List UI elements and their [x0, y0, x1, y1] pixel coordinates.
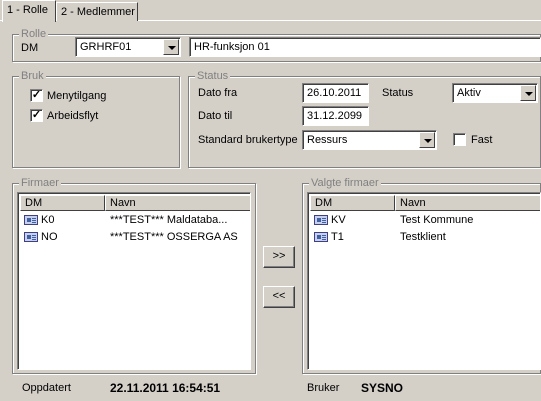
menytilgang-checkbox[interactable]: ✓	[30, 89, 43, 102]
fast-label: Fast	[471, 134, 493, 146]
firmaer-list-header: DM Navn	[20, 195, 250, 211]
tab-rolle-label: 1 - Rolle	[7, 4, 48, 16]
firmaer-row-dm: NO	[41, 231, 58, 243]
tab-strip: 1 - Rolle 2 - Medlemmer	[0, 0, 541, 22]
bruker-label: Bruker	[307, 382, 340, 394]
firmaer-group-title: Firmaer	[19, 177, 61, 189]
status-value: Aktiv	[457, 87, 481, 99]
dato-fra-label: Dato fra	[198, 87, 238, 99]
dato-til-value: 31.12.2099	[307, 110, 363, 122]
arbeidsflyt-checkbox[interactable]: ✓	[30, 109, 43, 122]
valgte-col-dm[interactable]: DM	[310, 195, 395, 211]
firmaer-col-navn[interactable]: Navn	[105, 195, 250, 211]
fast-checkbox[interactable]	[453, 133, 466, 146]
checkmark-icon: ✓	[31, 109, 42, 121]
valgte-col-navn-label: Navn	[400, 197, 426, 209]
company-card-icon	[314, 232, 328, 242]
chevron-down-icon[interactable]	[419, 132, 435, 148]
checkmark-icon: ✓	[31, 89, 42, 101]
remove-all-label: <<	[272, 290, 286, 302]
tab-medlemmer-label: 2 - Medlemmer	[61, 6, 135, 18]
chevron-down-icon[interactable]	[520, 85, 536, 101]
valgte-firmaer-list-header: DM Navn	[310, 195, 540, 211]
firmaer-col-dm-label: DM	[25, 197, 43, 209]
firmaer-row-navn: ***TEST*** OSSERGA AS	[110, 231, 238, 243]
rolle-name-value: HR-funksjon 01	[194, 41, 270, 53]
valgte-row-navn: Testklient	[400, 231, 446, 243]
valgte-row[interactable]: T1 Testklient	[310, 229, 540, 246]
bruker-value: SYSNO	[361, 381, 404, 395]
status-label: Status	[382, 87, 414, 99]
bruk-group-title: Bruk	[19, 70, 46, 82]
company-card-icon	[24, 215, 38, 225]
company-card-icon	[24, 232, 38, 242]
rolle-name-field[interactable]: HR-funksjon 01	[189, 37, 541, 57]
brukertype-label: Standard brukertype	[198, 134, 298, 146]
valgte-col-navn[interactable]: Navn	[395, 195, 540, 211]
rolle-dm-label: DM	[21, 42, 39, 54]
valgte-row[interactable]: KV Test Kommune	[310, 212, 540, 229]
tab-medlemmer[interactable]: 2 - Medlemmer	[56, 2, 138, 21]
valgte-col-dm-label: DM	[315, 197, 333, 209]
valgte-row-dm: T1	[331, 231, 344, 243]
dato-til-label: Dato til	[198, 110, 233, 122]
valgte-firmaer-list[interactable]: DM Navn KV Test Kommune T1 Testklient	[307, 192, 541, 370]
valgte-row-navn: Test Kommune	[400, 214, 474, 226]
rolle-group-title: Rolle	[19, 28, 49, 40]
add-all-button[interactable]: >>	[263, 246, 295, 268]
rolle-dm-dropdown[interactable]: GRHRF01	[75, 37, 181, 57]
chevron-down-icon[interactable]	[163, 39, 179, 55]
oppdatert-value: 22.11.2011 16:54:51	[110, 381, 221, 395]
valgte-row-dm: KV	[331, 214, 346, 226]
add-all-label: >>	[272, 250, 286, 262]
firmaer-col-dm[interactable]: DM	[20, 195, 105, 211]
dato-fra-field[interactable]: 26.10.2011	[302, 83, 369, 103]
valgte-firmaer-group-title: Valgte firmaer	[309, 177, 381, 189]
firmaer-row[interactable]: NO ***TEST*** OSSERGA AS	[20, 229, 250, 246]
arbeidsflyt-label: Arbeidsflyt	[47, 110, 99, 122]
rolle-dm-value: GRHRF01	[80, 41, 132, 53]
firmaer-col-navn-label: Navn	[110, 197, 136, 209]
firmaer-list[interactable]: DM Navn K0 ***TEST*** Maldataba... NO **…	[17, 192, 251, 370]
status-group-title: Status	[195, 70, 231, 82]
dato-fra-value: 26.10.2011	[307, 87, 362, 99]
brukertype-value: Ressurs	[307, 134, 348, 146]
status-dropdown[interactable]: Aktiv	[452, 83, 538, 103]
firmaer-row-dm: K0	[41, 214, 55, 226]
firmaer-row[interactable]: K0 ***TEST*** Maldataba...	[20, 212, 250, 229]
company-card-icon	[314, 215, 328, 225]
firmaer-row-navn: ***TEST*** Maldataba...	[110, 214, 228, 226]
dato-til-field[interactable]: 31.12.2099	[302, 106, 369, 126]
menytilgang-label: Menytilgang	[47, 90, 107, 102]
remove-all-button[interactable]: <<	[263, 286, 295, 308]
oppdatert-label: Oppdatert	[22, 382, 71, 394]
brukertype-dropdown[interactable]: Ressurs	[302, 130, 437, 150]
tab-rolle[interactable]: 1 - Rolle	[2, 0, 56, 22]
